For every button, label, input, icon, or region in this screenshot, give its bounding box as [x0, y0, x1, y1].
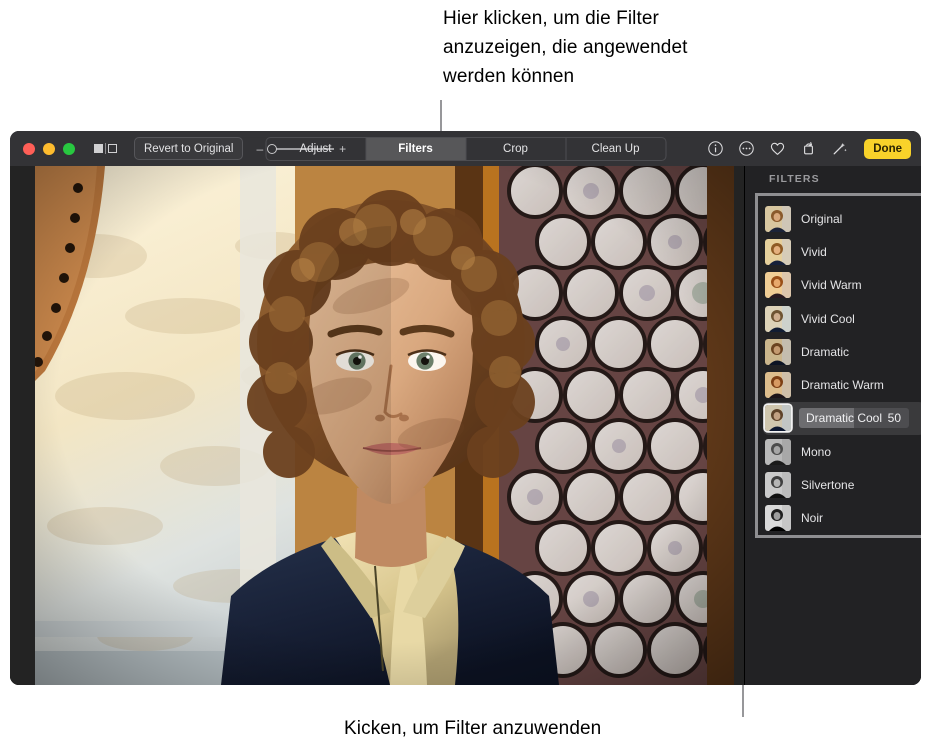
- filter-item-vivid-cool[interactable]: Vivid Cool: [765, 302, 921, 335]
- info-icon[interactable]: [707, 140, 724, 157]
- filter-label: Silvertone: [801, 478, 855, 493]
- filter-label: Noir: [801, 511, 824, 526]
- window-body: FILTERS Original Vivid Vivid Warm Vivid …: [10, 166, 921, 685]
- favorite-heart-icon[interactable]: [769, 140, 786, 157]
- tab-filters[interactable]: Filters: [366, 137, 466, 160]
- filter-thumbnail: [765, 438, 791, 465]
- window-controls: [23, 142, 75, 155]
- minimize-button[interactable]: [43, 142, 55, 155]
- filter-thumbnail: [765, 205, 791, 232]
- filter-label: Dramatic Warm: [801, 378, 884, 393]
- callout-bottom-text: Kicken, um Filter anzuwenden: [344, 718, 602, 739]
- revert-to-original-label: Revert to Original: [144, 142, 234, 155]
- filter-thumbnail-art: [765, 505, 791, 532]
- filters-list: Original Vivid Vivid Warm Vivid Cool Dra…: [763, 202, 921, 535]
- screenshot-root: Hier klicken, um die Filter anzuzeigen, …: [0, 0, 931, 753]
- portrait-photo[interactable]: [35, 166, 734, 685]
- split-view-icon[interactable]: [94, 143, 117, 154]
- filter-item-dramatic-warm[interactable]: Dramatic Warm: [765, 368, 921, 401]
- callout-top-leader-line: [440, 100, 442, 133]
- filter-thumbnail-art: [765, 272, 791, 299]
- filter-label: Mono: [801, 444, 832, 459]
- revert-to-original-button[interactable]: Revert to Original: [134, 137, 244, 160]
- filter-thumbnail-art: [765, 238, 791, 265]
- toolbar-right-icons: Done: [707, 138, 911, 159]
- done-button[interactable]: Done: [864, 138, 911, 159]
- tab-clean-up[interactable]: Clean Up: [566, 138, 665, 160]
- filter-item-noir[interactable]: Noir: [765, 502, 921, 535]
- filters-highlight-top-line: [755, 193, 921, 194]
- filter-item-vivid[interactable]: Vivid: [765, 235, 921, 268]
- filter-thumbnail-art: [765, 472, 791, 499]
- callout-top-text: Hier klicken, um die Filter anzuzeigen, …: [443, 8, 688, 87]
- tab-adjust[interactable]: Adjust: [266, 137, 366, 160]
- split-view-divider: [105, 143, 106, 154]
- filters-panel-title: FILTERS: [769, 173, 820, 185]
- filter-item-silvertone[interactable]: Silvertone: [765, 468, 921, 501]
- filter-thumbnail: [765, 305, 791, 332]
- filter-item-mono[interactable]: Mono: [765, 435, 921, 468]
- toolbar: Revert to Original – + Adjust Filters Cr…: [10, 131, 921, 166]
- zoom-button[interactable]: [63, 142, 75, 155]
- filter-item-vivid-warm[interactable]: Vivid Warm: [765, 269, 921, 302]
- tab-crop[interactable]: Crop: [466, 137, 566, 160]
- photo-canvas-area: [10, 166, 744, 685]
- filter-thumbnail: [765, 338, 791, 365]
- filter-intensity-slider[interactable]: Dramatic Cool 50: [799, 408, 909, 429]
- filter-thumbnail-art: [765, 205, 791, 232]
- filter-intensity-value: 50: [887, 411, 901, 426]
- zoom-out-label[interactable]: –: [256, 143, 263, 155]
- filter-label: Dramatic: [801, 344, 850, 359]
- filter-thumbnail: [765, 505, 791, 532]
- photos-editor-window: Revert to Original – + Adjust Filters Cr…: [10, 131, 921, 685]
- close-button[interactable]: [23, 142, 35, 155]
- edit-mode-segmented-control[interactable]: Adjust Filters Crop Clean Up: [265, 136, 666, 161]
- filter-thumbnail: [765, 472, 791, 499]
- filter-label: Vivid Warm: [801, 278, 862, 293]
- rotate-icon[interactable]: [800, 140, 817, 157]
- filters-side-panel: FILTERS Original Vivid Vivid Warm Vivid …: [745, 166, 921, 685]
- filter-thumbnail: [765, 272, 791, 299]
- filter-thumbnail: [765, 405, 791, 432]
- more-options-icon[interactable]: [738, 140, 755, 157]
- split-view-left-pane: [94, 144, 103, 153]
- filter-item-dramatic-cool[interactable]: Dramatic Cool 50: [763, 401, 921, 436]
- filter-thumbnail-art: [765, 438, 791, 465]
- filter-thumbnail-art: [765, 338, 791, 365]
- filter-thumbnail: [765, 238, 791, 265]
- filter-label: Vivid: [801, 244, 827, 259]
- filter-label: Vivid Cool: [801, 311, 855, 326]
- filter-thumbnail-art: [765, 405, 791, 432]
- filter-item-dramatic[interactable]: Dramatic: [765, 335, 921, 368]
- split-view-right-pane: [108, 144, 117, 153]
- filter-label: Original: [801, 211, 843, 226]
- done-button-label: Done: [873, 142, 902, 155]
- filter-thumbnail-art: [765, 372, 791, 399]
- filter-label: Dramatic Cool: [806, 411, 883, 426]
- filter-thumbnail: [765, 372, 791, 399]
- magic-wand-icon[interactable]: [831, 140, 848, 157]
- filter-item-original[interactable]: Original: [765, 202, 921, 235]
- filter-thumbnail-art: [765, 305, 791, 332]
- portrait-photo-artwork: [35, 166, 734, 685]
